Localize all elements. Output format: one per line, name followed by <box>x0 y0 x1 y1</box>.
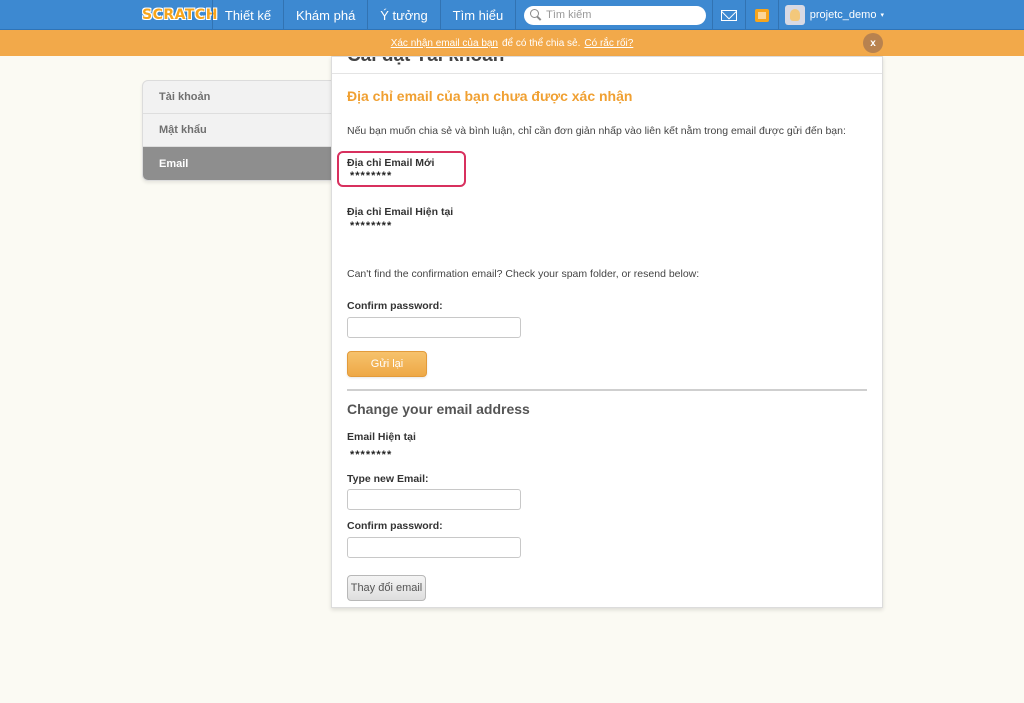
search-input[interactable] <box>546 9 707 21</box>
confirm-password-label-2: Confirm password: <box>347 520 443 532</box>
resend-hint-text: Can't find the confirmation email? Check… <box>347 268 700 280</box>
change-email-button[interactable]: Thay đổi email <box>347 575 426 601</box>
nav-separator <box>515 0 517 30</box>
username: projetc_demo <box>809 9 877 21</box>
search-box[interactable] <box>524 5 707 25</box>
confirm-email-link[interactable]: Xác nhận email của bạn <box>391 38 498 49</box>
top-navigation-inner: SCRATCH Thiết kế Khám phá Ý tưởng Tìm hi… <box>140 0 884 30</box>
confirm-password-label: Confirm password: <box>347 300 443 312</box>
section-divider <box>347 389 867 391</box>
change-email-heading: Change your email address <box>347 401 530 417</box>
sidebar-item-email[interactable]: Email <box>143 147 331 180</box>
email-current-label: Email Hiện tại <box>347 431 416 443</box>
search-icon <box>530 9 542 21</box>
nav-item-ideas[interactable]: Ý tưởng <box>368 0 440 30</box>
unverified-email-heading: Địa chỉ email của bạn chưa được xác nhận <box>347 88 633 104</box>
account-menu[interactable]: projetc_demo ▾ <box>779 0 884 30</box>
nav-item-create[interactable]: Thiết kế <box>213 0 283 30</box>
nav-item-explore[interactable]: Khám phá <box>284 0 367 30</box>
verification-info-text: Nếu bạn muốn chia sẻ và bình luận, chỉ c… <box>347 125 846 137</box>
resend-button[interactable]: Gửi lại <box>347 351 427 377</box>
new-email-value: ******** <box>350 170 393 182</box>
nav-item-about[interactable]: Tìm hiểu <box>441 0 516 30</box>
banner-text: để có thể chia sẻ. <box>502 37 581 49</box>
current-email-value: ******** <box>350 220 393 232</box>
settings-sidebar: Tài khoản Mật khẩu Email <box>142 80 332 181</box>
title-divider <box>332 73 882 74</box>
current-email-label: Địa chỉ Email Hiện tại <box>347 206 454 218</box>
email-current-value: ******** <box>350 449 393 461</box>
top-navigation-bar: SCRATCH Thiết kế Khám phá Ý tưởng Tìm hi… <box>0 0 1024 30</box>
sidebar-item-password[interactable]: Mật khẩu <box>143 114 331 147</box>
my-stuff-button[interactable] <box>746 0 778 30</box>
folder-icon <box>754 8 769 22</box>
type-new-email-label: Type new Email: <box>347 473 429 485</box>
mail-icon <box>720 9 737 21</box>
scratch-logo[interactable]: SCRATCH <box>142 7 217 23</box>
confirm-password-input[interactable] <box>347 317 521 338</box>
close-banner-button[interactable]: x <box>863 33 883 53</box>
email-settings-panel: Cài đặt Tài khoản Địa chỉ email của bạn … <box>331 56 883 608</box>
email-confirmation-banner: Xác nhận email của bạn để có thể chia sẻ… <box>0 30 1024 56</box>
confirm-password-input-2[interactable] <box>347 537 521 558</box>
having-trouble-link[interactable]: Có rắc rối? <box>584 38 633 49</box>
new-email-label: Địa chỉ Email Mới <box>347 157 435 169</box>
avatar <box>784 5 805 25</box>
sidebar-item-account[interactable]: Tài khoản <box>143 81 331 114</box>
page-title: Cài đặt Tài khoản <box>347 57 504 67</box>
chevron-down-icon: ▾ <box>880 12 884 19</box>
new-email-input[interactable] <box>347 489 521 510</box>
messages-button[interactable] <box>712 0 744 30</box>
